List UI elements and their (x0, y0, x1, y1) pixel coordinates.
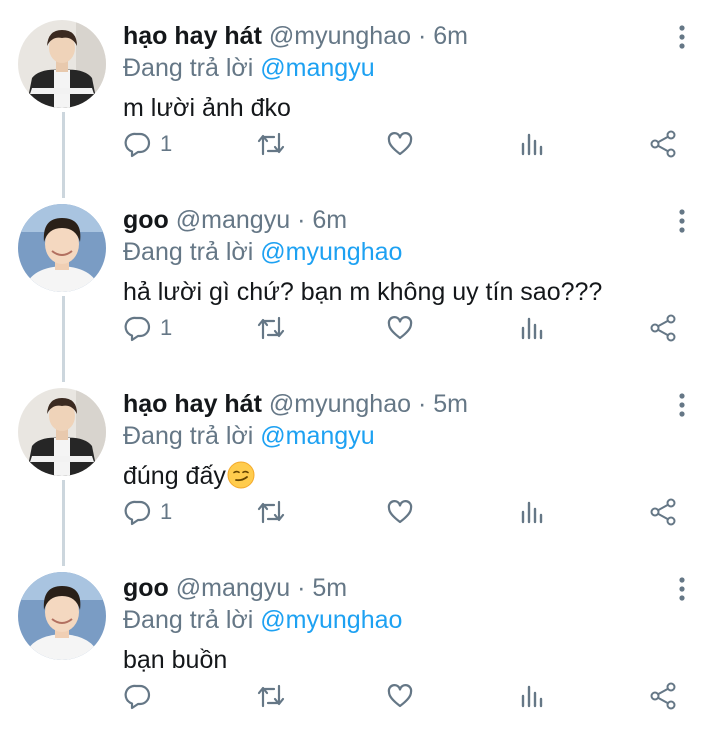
action-bar (0, 678, 720, 714)
more-vertical-icon[interactable] (672, 208, 692, 234)
replying-to: Đang trả lời @myunghao (123, 236, 402, 268)
retweet-button[interactable] (256, 678, 286, 714)
avatar[interactable] (18, 204, 106, 292)
analytics-icon (518, 682, 546, 710)
display-name[interactable]: goo (123, 206, 169, 234)
username[interactable]: @myunghao (269, 390, 411, 418)
retweet-icon (256, 314, 286, 342)
action-bar: 1 (0, 310, 720, 346)
share-icon (648, 498, 678, 526)
avatar[interactable] (18, 20, 106, 108)
mention-link[interactable]: @mangyu (260, 54, 374, 82)
replying-to-label: Đang trả lời (123, 422, 254, 450)
avatar[interactable] (18, 388, 106, 476)
action-bar: 1 (0, 126, 720, 162)
tweet-text: hả lười gì chứ? bạn m không uy tín sao??… (123, 278, 603, 306)
reply-button[interactable]: 1 (124, 494, 172, 530)
replying-to-label: Đang trả lời (123, 606, 254, 634)
analytics-icon (518, 314, 546, 342)
tweet-header: hạo hay hát @myunghao · 5m (123, 388, 468, 420)
share-icon (648, 130, 678, 158)
tweet-text: m lười ảnh đko (123, 94, 291, 122)
like-icon (386, 314, 414, 342)
like-icon (386, 498, 414, 526)
analytics-button[interactable] (518, 494, 546, 530)
analytics-icon (518, 498, 546, 526)
like-button[interactable] (386, 126, 414, 162)
more-vertical-icon[interactable] (672, 392, 692, 418)
retweet-icon (256, 130, 286, 158)
display-name[interactable]: hạo hay hát (123, 22, 262, 50)
tweet-header: goo @mangyu · 6m (123, 204, 347, 236)
tweet-header: hạo hay hát @myunghao · 6m (123, 20, 468, 52)
share-button[interactable] (648, 126, 678, 162)
reply-button[interactable]: 1 (124, 310, 172, 346)
like-icon (386, 130, 414, 158)
replying-to-label: Đang trả lời (123, 238, 254, 266)
reply-count: 1 (160, 315, 173, 340)
tweet-text: đúng đấy (123, 460, 255, 492)
analytics-button[interactable] (518, 126, 546, 162)
separator: · (297, 574, 306, 602)
reply-button[interactable]: 1 (124, 126, 172, 162)
mention-link[interactable]: @myunghao (260, 238, 402, 266)
smirking-face-emoji (227, 461, 255, 489)
mention-link[interactable]: @mangyu (260, 422, 374, 450)
separator: · (297, 206, 306, 234)
like-icon (386, 682, 414, 710)
share-button[interactable] (648, 494, 678, 530)
retweet-button[interactable] (256, 494, 286, 530)
retweet-button[interactable] (256, 310, 286, 346)
reply-count: 1 (160, 499, 173, 524)
reply-icon (124, 682, 152, 710)
retweet-icon (256, 682, 286, 710)
separator: · (417, 390, 427, 418)
analytics-button[interactable] (518, 310, 546, 346)
like-button[interactable] (386, 678, 414, 714)
tweet[interactable]: hạo hay hát @myunghao · 5m Đang trả lời … (0, 368, 720, 552)
more-vertical-icon[interactable] (672, 576, 692, 602)
timestamp[interactable]: 5m (312, 574, 347, 602)
timestamp[interactable]: 6m (312, 206, 347, 234)
replying-to-label: Đang trả lời (123, 54, 254, 82)
separator: · (417, 22, 427, 50)
tweet-thread: hạo hay hát @myunghao · 6m Đang trả lời … (0, 0, 720, 735)
tweet[interactable]: goo @mangyu · 6m Đang trả lời @myunghao … (0, 184, 720, 368)
tweet[interactable]: hạo hay hát @myunghao · 6m Đang trả lời … (0, 0, 720, 184)
like-button[interactable] (386, 494, 414, 530)
timestamp[interactable]: 6m (433, 22, 468, 50)
reply-icon (124, 498, 152, 526)
analytics-button[interactable] (518, 678, 546, 714)
replying-to: Đang trả lời @mangyu (123, 420, 375, 452)
share-icon (648, 682, 678, 710)
action-bar: 1 (0, 494, 720, 530)
mention-link[interactable]: @myunghao (260, 606, 402, 634)
replying-to: Đang trả lời @mangyu (123, 52, 375, 84)
more-vertical-icon[interactable] (672, 24, 692, 50)
analytics-icon (518, 130, 546, 158)
share-icon (648, 314, 678, 342)
tweet-text: bạn buồn (123, 646, 228, 674)
share-button[interactable] (648, 310, 678, 346)
reply-icon (124, 130, 152, 158)
tweet[interactable]: goo @mangyu · 5m Đang trả lời @myunghao … (0, 552, 720, 736)
reply-icon (124, 314, 152, 342)
like-button[interactable] (386, 310, 414, 346)
tweet-text-content: đúng đấy (123, 462, 226, 490)
username[interactable]: @mangyu (176, 206, 290, 234)
display-name[interactable]: hạo hay hát (123, 390, 262, 418)
replying-to: Đang trả lời @myunghao (123, 604, 402, 636)
reply-count: 1 (160, 131, 173, 156)
reply-button[interactable] (124, 678, 160, 714)
username[interactable]: @mangyu (176, 574, 290, 602)
tweet-header: goo @mangyu · 5m (123, 572, 347, 604)
share-button[interactable] (648, 678, 678, 714)
timestamp[interactable]: 5m (433, 390, 468, 418)
avatar[interactable] (18, 572, 106, 660)
retweet-icon (256, 498, 286, 526)
display-name[interactable]: goo (123, 574, 169, 602)
retweet-button[interactable] (256, 126, 286, 162)
username[interactable]: @myunghao (269, 22, 411, 50)
